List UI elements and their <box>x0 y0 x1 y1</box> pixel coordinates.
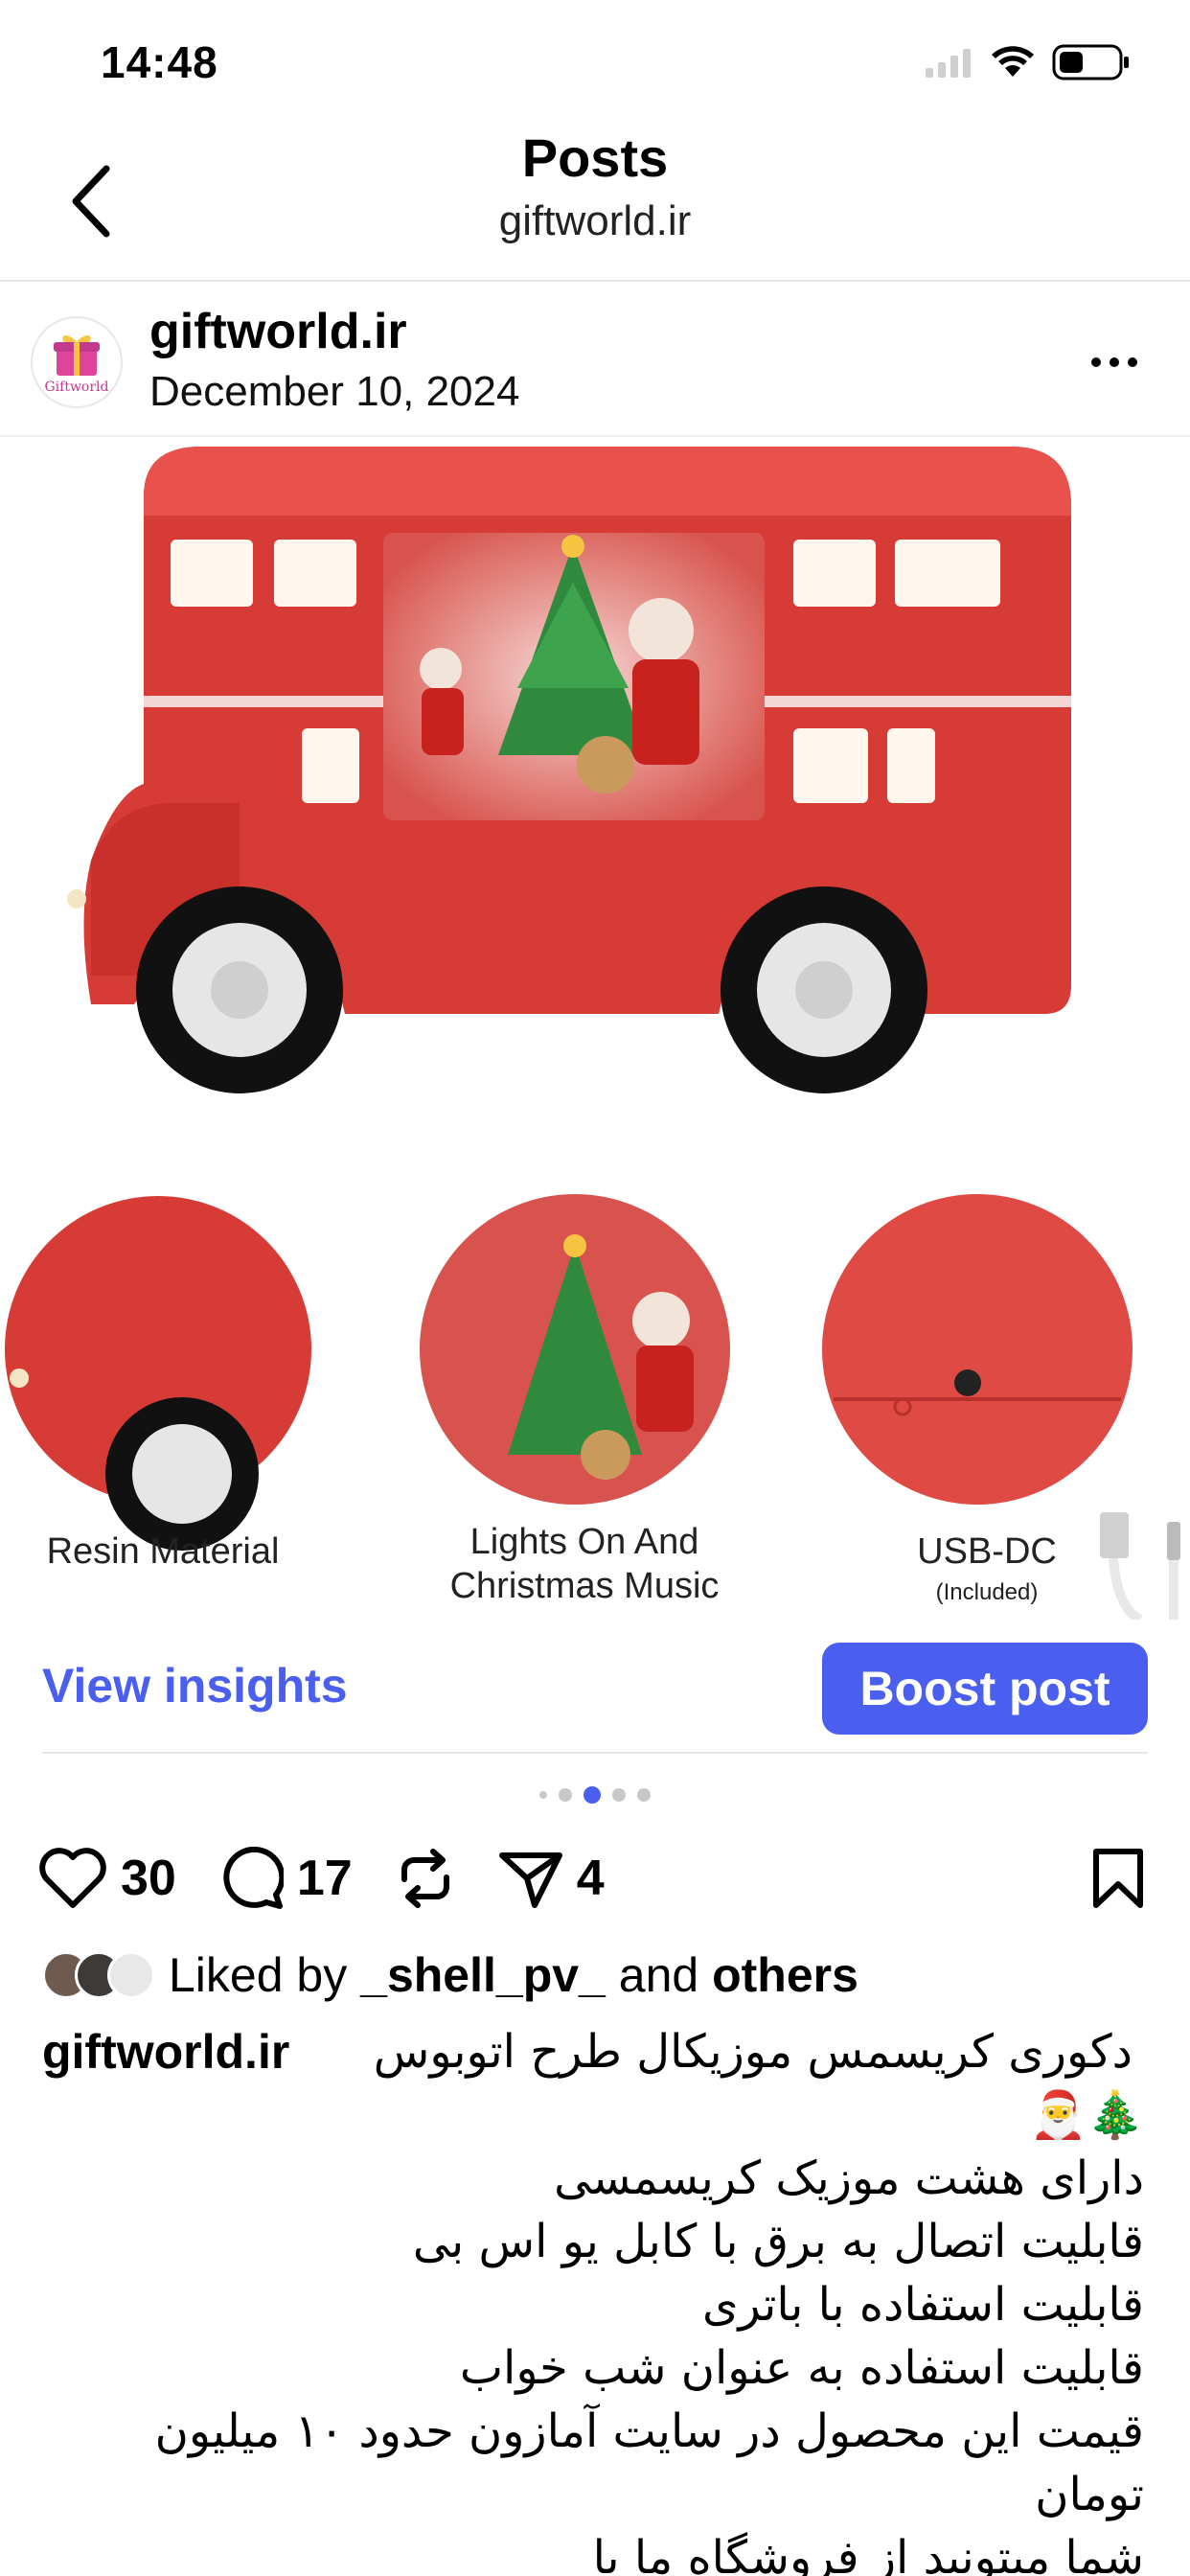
pager-dot <box>539 1791 547 1799</box>
bookmark-button[interactable] <box>1090 1848 1146 1914</box>
comment-button[interactable]: 17 <box>218 1847 353 1910</box>
post-date: December 10, 2024 <box>149 368 520 415</box>
caption-line: قابلیت استفاده با باتری <box>701 2278 1144 2332</box>
post-image[interactable]: Resin Material Lights On And Christmas M… <box>0 439 1190 1620</box>
caption-line: قابلیت اتصال به برق با کابل یو اس بی <box>412 2215 1144 2268</box>
pager-dot <box>637 1788 651 1802</box>
view-insights-link[interactable]: View insights <box>42 1658 348 1714</box>
feature-sublabel-usb: (Included) <box>935 1579 1039 1605</box>
caption-username[interactable]: giftworld.ir <box>42 2020 289 2083</box>
status-bar: 14:48 <box>0 0 1190 125</box>
feature-label-usb: USB-DC <box>917 1531 1057 1572</box>
avatar[interactable]: Giftworld <box>31 316 123 408</box>
caption-text: دکوری کریسمس موزیکال طرح اتوبوس 🎄🎅 دارای… <box>42 2020 1144 2576</box>
repost-button[interactable] <box>395 1847 456 1910</box>
gift-icon <box>54 335 100 376</box>
caption-line: قابلیت استفاده به عنوان شب خواب <box>459 2341 1144 2395</box>
feature-lights-circle <box>420 1194 730 1505</box>
insights-row: View insights Boost post <box>42 1620 1148 1754</box>
page-subtitle: giftworld.ir <box>498 197 692 244</box>
product-illustration <box>5 447 1180 1620</box>
comment-icon <box>223 1847 284 1909</box>
post-header: Giftworld giftworld.ir December 10, 2024 <box>0 284 1190 437</box>
send-icon <box>498 1852 562 1908</box>
liked-by-prefix: Liked by <box>169 1948 348 2002</box>
page-title: Posts <box>521 127 669 188</box>
pager-dot <box>612 1788 626 1802</box>
wifi-icon <box>992 46 1034 77</box>
more-options-button[interactable] <box>1081 334 1148 391</box>
caption-line: قیمت این محصول در سایت آمازون حدود ۱۰ می… <box>154 2404 1144 2458</box>
bookmark-icon <box>1093 1849 1143 1908</box>
avatar-text: Giftworld <box>44 380 109 395</box>
battery-icon <box>1052 44 1129 80</box>
nav-header: Posts giftworld.ir <box>0 125 1190 282</box>
liked-by-and: and <box>618 1948 699 2002</box>
post-caption: giftworld.ir دکوری کریسمس موزیکال طرح ات… <box>42 2020 1144 2576</box>
like-button[interactable]: 30 <box>38 1848 176 1909</box>
pager-dot-active <box>584 1786 601 1804</box>
share-button[interactable]: 4 <box>498 1848 605 1909</box>
caption-line: دارای هشت موزیک کریسمسی <box>554 2151 1144 2205</box>
cellular-signal-icon <box>926 49 971 78</box>
caption-line: شما میتونید از فروشگاه ما با <box>592 2531 1144 2576</box>
liker-avatar <box>107 1951 155 1999</box>
status-time: 14:48 <box>101 37 218 87</box>
liked-avatars <box>42 1951 155 1999</box>
more-horizontal-icon <box>1091 357 1137 367</box>
feature-label-lights-line1: Lights On And <box>469 1522 699 1562</box>
boost-post-button[interactable]: Boost post <box>822 1643 1148 1735</box>
liked-by-row[interactable]: Liked by _shell_pv_ and others <box>42 1942 858 2009</box>
status-icons <box>926 44 1131 80</box>
action-bar: 30 17 4 <box>38 1830 1159 1926</box>
heart-icon <box>39 1848 106 1908</box>
bus-illustration <box>67 447 1071 1093</box>
share-count: 4 <box>576 1851 605 1906</box>
caption-line: 🎄🎅 <box>1029 2088 1144 2142</box>
feature-label-lights-line2: Christmas Music <box>449 1566 720 1606</box>
pager-dot <box>559 1788 572 1802</box>
feature-resin-circle <box>5 1196 311 1551</box>
liked-by-others[interactable]: others <box>712 1947 858 2003</box>
like-count: 30 <box>121 1851 176 1906</box>
liked-by-user[interactable]: _shell_pv_ <box>360 1947 606 2003</box>
repost-icon <box>400 1849 449 1908</box>
caption-line: تومان <box>1035 2468 1144 2521</box>
feature-label-resin: Resin Material <box>46 1531 280 1572</box>
usb-cable-illustration <box>1100 1512 1180 1620</box>
feature-usb-circle <box>822 1194 1133 1505</box>
carousel-pager <box>0 1786 1190 1804</box>
comment-count: 17 <box>296 1851 353 1906</box>
feature-label-lights: Lights On And Christmas Music <box>412 1520 757 1608</box>
post-username[interactable]: giftworld.ir <box>149 303 407 360</box>
